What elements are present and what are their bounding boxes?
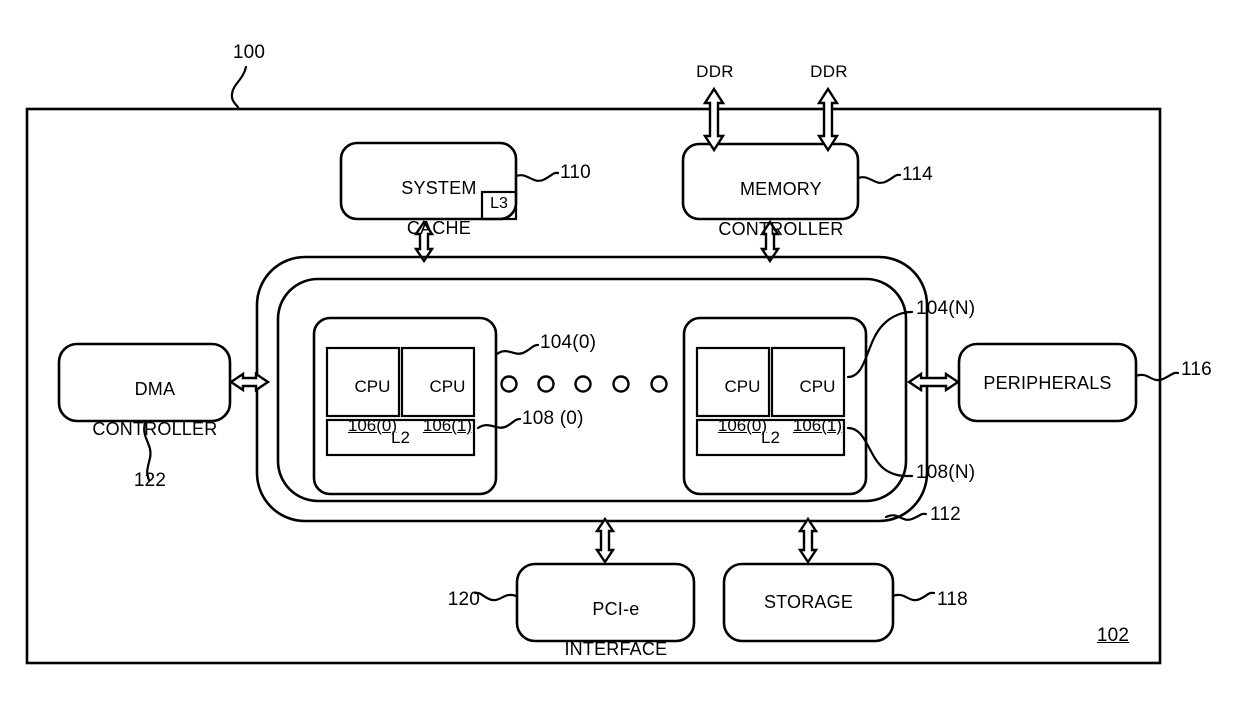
leader-line-114 xyxy=(856,173,902,184)
chip-ref-102: 102 xyxy=(1096,625,1130,646)
cluster-0-ref-104-0: 104(0) xyxy=(540,332,597,353)
cluster-n-cpu-1-name: CPU xyxy=(799,376,836,396)
dma-controller-label-line2: CONTROLLER xyxy=(92,419,218,440)
cluster-0-cache-ref-108-0: 108 (0) xyxy=(522,408,584,429)
system-cache-label-line1: SYSTEM xyxy=(401,178,477,199)
cluster-n-cache-ref-108-n: 108(N) xyxy=(916,462,976,483)
cluster-0-l2-label: L2 xyxy=(391,428,410,447)
ellipsis-dot xyxy=(650,375,668,393)
ellipsis-dot xyxy=(500,375,518,393)
arrow-interconnect-to-pcie xyxy=(594,516,616,565)
ddr-label-right: DDR xyxy=(810,62,848,81)
leader-line-118 xyxy=(891,591,936,602)
ellipsis-dot xyxy=(574,375,592,393)
l3-label: L3 xyxy=(490,195,508,212)
figure-ref-100: 100 xyxy=(232,42,266,63)
cluster-n-cpu-0-name: CPU xyxy=(724,376,761,396)
leader-line-120 xyxy=(473,591,518,602)
ddr-arrow-left xyxy=(702,86,726,153)
cluster-n-ref-104-n: 104(N) xyxy=(916,298,976,319)
leader-line-110 xyxy=(514,171,560,182)
ddr-label-left: DDR xyxy=(696,62,734,81)
cluster-0-cpu-0-name: CPU xyxy=(354,376,391,396)
leader-line-100 xyxy=(230,65,248,111)
peripherals-label: PERIPHERALS xyxy=(983,373,1112,393)
pcie-interface-label-line1: PCI-e xyxy=(592,599,640,620)
arrow-dma-to-interconnect xyxy=(228,371,271,393)
peripherals-ref-116: 116 xyxy=(1181,359,1212,380)
memory-controller-label-line1: MEMORY xyxy=(739,179,822,200)
system-cache-label-line2: CACHE xyxy=(406,218,471,239)
leader-line-108-n xyxy=(846,426,914,478)
arrow-interconnect-to-peripherals xyxy=(906,371,961,393)
patent-block-diagram: .s { fill:none; stroke:#000; stroke-widt… xyxy=(0,0,1240,701)
pcie-interface-label-line2: INTERFACE xyxy=(564,639,668,660)
cluster-n-l2-label: L2 xyxy=(761,428,780,447)
leader-line-108-0 xyxy=(476,417,522,430)
dma-controller-label: DMA CONTROLLER xyxy=(59,359,230,460)
storage-label: STORAGE xyxy=(763,592,854,612)
cluster-0-cpu-1-name: CPU xyxy=(429,376,466,396)
leader-line-104-n xyxy=(846,310,914,379)
arrow-interconnect-to-storage xyxy=(797,516,819,565)
system-cache-ref-110: 110 xyxy=(560,162,591,183)
ddr-arrow-right xyxy=(816,86,840,153)
ellipsis-dot xyxy=(612,375,630,393)
storage-ref-118: 118 xyxy=(937,589,968,610)
pcie-interface-label: PCI-e INTERFACE xyxy=(517,579,694,680)
dma-controller-ref-122: 122 xyxy=(133,470,167,491)
dma-controller-label-line1: DMA xyxy=(134,379,176,400)
ellipsis-dot xyxy=(537,375,555,393)
leader-line-116 xyxy=(1134,371,1180,382)
interconnect-ref-112: 112 xyxy=(930,504,961,525)
leader-line-104-0 xyxy=(495,343,540,356)
pcie-interface-ref-120: 120 xyxy=(447,589,480,610)
memory-controller-label: MEMORY CONTROLLER xyxy=(683,159,858,260)
memory-controller-label-line2: CONTROLLER xyxy=(718,219,844,240)
memory-controller-ref-114: 114 xyxy=(902,164,933,185)
